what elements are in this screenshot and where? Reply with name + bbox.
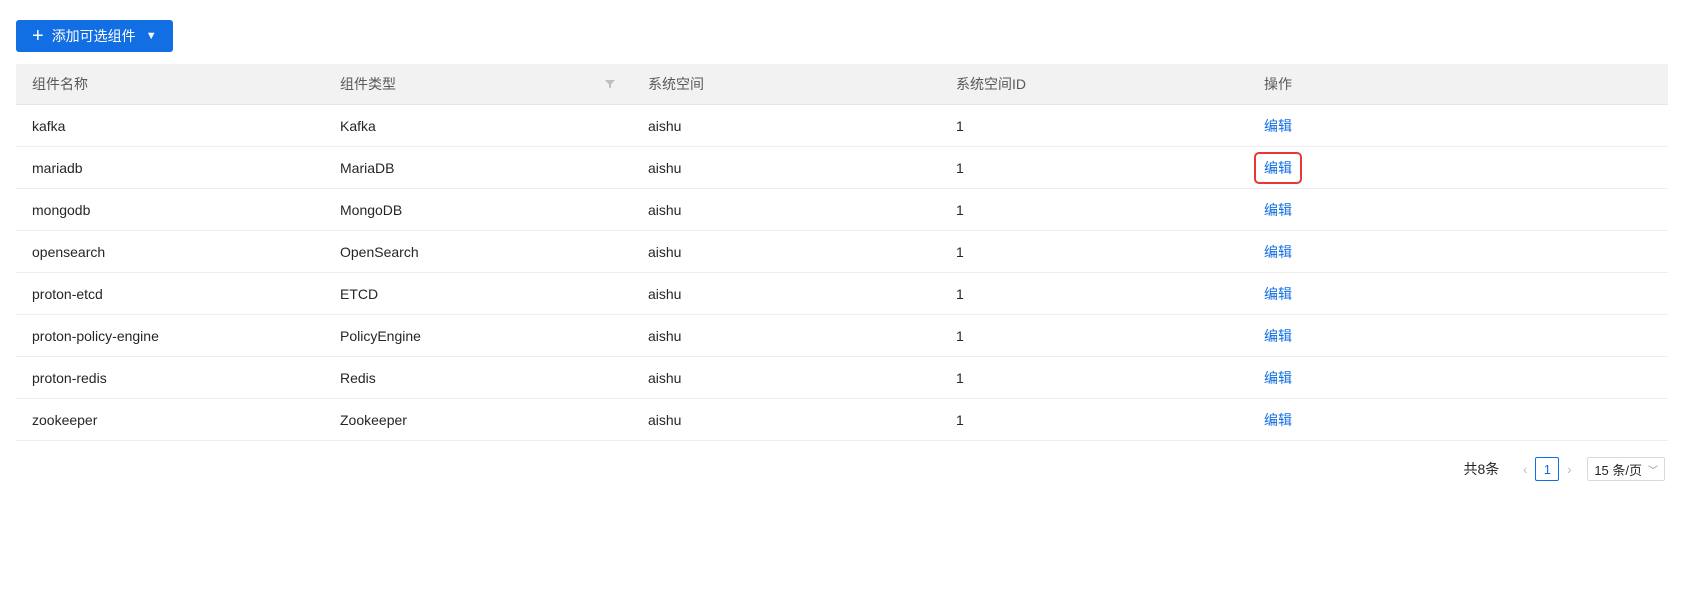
- cell-action: 编辑: [1248, 188, 1668, 231]
- cell-system-space-id: 1: [940, 398, 1248, 441]
- cell-system-space-id: 1: [940, 356, 1248, 399]
- cell-action: 编辑: [1248, 398, 1668, 441]
- cell-system-space-id: 1: [940, 188, 1248, 231]
- plus-icon: +: [32, 25, 44, 47]
- cell-system-space-id: 1: [940, 272, 1248, 315]
- cell-component-type: Redis: [324, 356, 632, 399]
- cell-component-name: kafka: [16, 104, 324, 147]
- cell-action: 编辑: [1248, 314, 1668, 357]
- pagination: 共8条 ‹ 1 › 15 条/页 ﹀: [1464, 457, 1665, 481]
- cell-component-type: MongoDB: [324, 188, 632, 231]
- cell-component-name: opensearch: [16, 230, 324, 273]
- page-number-current[interactable]: 1: [1535, 457, 1560, 481]
- cell-component-type: OpenSearch: [324, 230, 632, 273]
- cell-component-name: proton-policy-engine: [16, 314, 324, 357]
- edit-link[interactable]: 编辑: [1264, 238, 1292, 266]
- table-row: opensearch OpenSearch aishu 1 编辑: [16, 230, 1668, 273]
- next-page-icon[interactable]: ›: [1559, 461, 1579, 477]
- cell-system-space-id: 1: [940, 230, 1248, 273]
- edit-link[interactable]: 编辑: [1254, 151, 1302, 184]
- edit-link[interactable]: 编辑: [1264, 196, 1292, 224]
- caret-down-icon: ▼: [145, 30, 157, 42]
- column-header-name: 组件名称: [16, 64, 324, 105]
- add-optional-component-button[interactable]: + 添加可选组件 ▼: [16, 20, 173, 52]
- column-header-space: 系统空间: [632, 64, 940, 105]
- cell-system-space: aishu: [632, 398, 940, 441]
- cell-system-space: aishu: [632, 230, 940, 273]
- cell-system-space-id: 1: [940, 104, 1248, 147]
- filter-icon[interactable]: [604, 78, 616, 90]
- cell-component-type: Kafka: [324, 104, 632, 147]
- cell-component-type: PolicyEngine: [324, 314, 632, 357]
- cell-system-space: aishu: [632, 188, 940, 231]
- prev-page-icon[interactable]: ‹: [1515, 461, 1535, 477]
- table-row: kafka Kafka aishu 1 编辑: [16, 104, 1668, 147]
- cell-component-name: mongodb: [16, 188, 324, 231]
- cell-system-space: aishu: [632, 146, 940, 189]
- column-header-type-label: 组件类型: [340, 76, 396, 92]
- cell-action: 编辑: [1248, 356, 1668, 399]
- cell-component-name: proton-etcd: [16, 272, 324, 315]
- cell-system-space-id: 1: [940, 146, 1248, 189]
- cell-action: 编辑: [1248, 104, 1668, 147]
- components-table: 组件名称 组件类型 系统空间 系统空间ID 操作 kafka Kafka aishu…: [16, 64, 1668, 441]
- edit-link[interactable]: 编辑: [1264, 406, 1292, 434]
- cell-system-space-id: 1: [940, 314, 1248, 357]
- cell-action: 编辑: [1248, 146, 1668, 189]
- chevron-down-icon: ﹀: [1648, 465, 1658, 477]
- cell-component-name: proton-redis: [16, 356, 324, 399]
- edit-link[interactable]: 编辑: [1264, 322, 1292, 350]
- column-header-action: 操作: [1248, 64, 1668, 105]
- page-size-select[interactable]: 15 条/页 ﹀: [1587, 457, 1665, 481]
- table-body: kafka Kafka aishu 1 编辑 mariadb MariaDB aishu 1 编辑…: [16, 104, 1668, 441]
- table-row: mongodb MongoDB aishu 1 编辑: [16, 188, 1668, 231]
- cell-component-name: zookeeper: [16, 398, 324, 441]
- cell-system-space: aishu: [632, 314, 940, 357]
- cell-system-space: aishu: [632, 356, 940, 399]
- table-row: proton-redis Redis aishu 1 编辑: [16, 356, 1668, 399]
- table-row: proton-etcd ETCD aishu 1 编辑: [16, 272, 1668, 315]
- table-header-row: 组件名称 组件类型 系统空间 系统空间ID 操作: [16, 64, 1668, 105]
- table-row: zookeeper Zookeeper aishu 1 编辑: [16, 398, 1668, 441]
- cell-system-space: aishu: [632, 104, 940, 147]
- cell-action: 编辑: [1248, 230, 1668, 273]
- table-row: proton-policy-engine PolicyEngine aishu 1 编辑: [16, 314, 1668, 357]
- cell-component-type: MariaDB: [324, 146, 632, 189]
- cell-component-type: ETCD: [324, 272, 632, 315]
- column-header-space-id: 系统空间ID: [940, 64, 1248, 105]
- cell-action: 编辑: [1248, 272, 1668, 315]
- toolbar: + 添加可选组件 ▼: [16, 20, 173, 52]
- page-size-value: 15 条/页: [1594, 462, 1642, 478]
- add-button-label: 添加可选组件: [51, 28, 136, 44]
- column-header-type: 组件类型: [324, 64, 632, 105]
- edit-link[interactable]: 编辑: [1264, 364, 1292, 392]
- pagination-total: 共8条: [1463, 461, 1500, 477]
- cell-component-type: Zookeeper: [324, 398, 632, 441]
- cell-component-name: mariadb: [16, 146, 324, 189]
- edit-link[interactable]: 编辑: [1264, 112, 1292, 140]
- cell-system-space: aishu: [632, 272, 940, 315]
- edit-link[interactable]: 编辑: [1264, 280, 1292, 308]
- table-row: mariadb MariaDB aishu 1 编辑: [16, 146, 1668, 189]
